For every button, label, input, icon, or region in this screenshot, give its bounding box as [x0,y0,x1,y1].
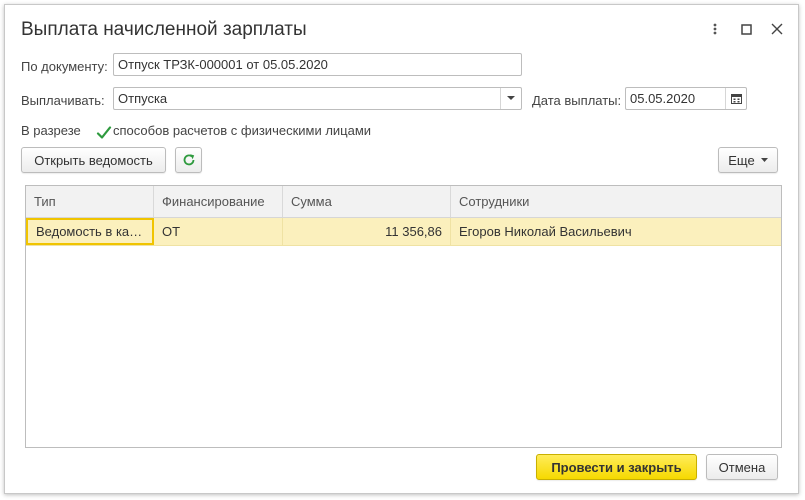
more-vertical-icon[interactable] [705,19,725,39]
pay-select[interactable]: Отпуска [113,87,522,110]
chevron-down-icon [760,158,768,162]
open-statement-button[interactable]: Открыть ведомость [21,147,166,173]
statements-table[interactable]: Тип Финансирование Сумма Сотрудники Ведо… [25,185,782,448]
cancel-label: Отмена [718,459,766,475]
more-button[interactable]: Еще [718,147,778,173]
open-statement-label: Открыть ведомость [34,152,153,168]
column-header-employees[interactable]: Сотрудники [451,186,781,217]
close-icon[interactable] [767,19,787,39]
cell-financing[interactable]: ОТ [154,218,283,245]
breakdown-checkbox[interactable] [96,125,112,141]
breakdown-label: В разрезе [21,123,81,138]
column-header-amount[interactable]: Сумма [283,186,451,217]
dialog-title: Выплата начисленной зарплаты [21,19,307,40]
calendar-icon[interactable] [725,88,746,109]
date-field[interactable]: 05.05.2020 [625,87,747,110]
date-value: 05.05.2020 [630,91,696,106]
post-and-close-label: Провести и закрыть [551,459,682,475]
cancel-button[interactable]: Отмена [706,454,778,480]
pay-value: Отпуска [118,91,168,106]
pay-label: Выплачивать: [21,93,105,108]
cell-type[interactable]: Ведомость в кассу [26,218,154,245]
cell-employees[interactable]: Егоров Николай Васильевич [451,218,781,245]
document-field[interactable]: Отпуск ТРЗК-000001 от 05.05.2020 [113,53,522,76]
date-label: Дата выплаты: [532,93,622,108]
document-label: По документу: [21,59,108,74]
table-header: Тип Финансирование Сумма Сотрудники [26,186,781,218]
document-value: Отпуск ТРЗК-000001 от 05.05.2020 [118,57,328,72]
cell-amount[interactable]: 11 356,86 [283,218,451,245]
dropdown-arrow-icon[interactable] [500,88,521,109]
checkmark-icon [96,126,112,139]
more-label: Еще [728,152,755,168]
refresh-icon [183,154,194,166]
maximize-icon[interactable] [736,19,756,39]
refresh-button[interactable] [175,147,202,173]
breakdown-checkbox-label[interactable]: способов расчетов с физическими лицами [113,123,371,138]
dialog-window: Выплата начисленной зарплаты По документ… [4,4,799,494]
table-row[interactable]: Ведомость в кассу ОТ 11 356,86 Егоров Ни… [26,218,781,246]
post-and-close-button[interactable]: Провести и закрыть [536,454,697,480]
column-header-financing[interactable]: Финансирование [154,186,283,217]
column-header-type[interactable]: Тип [26,186,154,217]
